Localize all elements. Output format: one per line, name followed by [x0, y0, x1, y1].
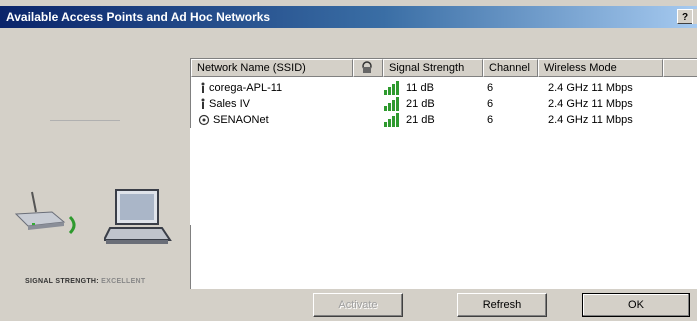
- ssid-cell: corega-APL-11: [209, 82, 283, 94]
- access-point-icon: [201, 98, 205, 109]
- title-bar[interactable]: Available Access Points and Ad Hoc Netwo…: [0, 6, 697, 28]
- redaction-patch: [190, 128, 697, 225]
- signal-strength-value: EXCELLENT: [101, 278, 146, 285]
- signal-bars-icon: [384, 81, 399, 95]
- signal-cell: 21 dB: [406, 98, 435, 110]
- ok-button[interactable]: OK: [582, 293, 690, 317]
- ad-hoc-icon: [198, 114, 210, 126]
- signal-strength-label: SIGNAL STRENGTH:: [25, 278, 99, 285]
- signal-bars-icon: [384, 113, 399, 127]
- activate-button[interactable]: Activate: [313, 293, 403, 317]
- refresh-button[interactable]: Refresh: [457, 293, 547, 317]
- column-header-signal[interactable]: Signal Strength: [383, 59, 483, 77]
- router-icon: [14, 191, 66, 230]
- list-header: Network Name (SSID) Signal Strength Chan…: [191, 59, 697, 77]
- help-button[interactable]: ?: [677, 9, 693, 24]
- signal-bars-icon: [384, 97, 399, 111]
- table-row[interactable]: SENAONet 21 dB 6 2.4 GHz 11 Mbps: [191, 113, 697, 127]
- ssid-cell: SENAONet: [213, 114, 269, 126]
- column-header-filler: [663, 59, 697, 77]
- close-button[interactable]: [692, 9, 697, 24]
- column-header-ssid[interactable]: Network Name (SSID): [191, 59, 353, 77]
- signal-wave-icon: [68, 215, 76, 235]
- column-header-security[interactable]: [353, 59, 383, 77]
- channel-cell: 6: [487, 98, 494, 110]
- signal-cell: 11 dB: [406, 82, 434, 94]
- mode-cell: 2.4 GHz 11 Mbps: [548, 82, 633, 94]
- ssid-cell: Sales IV: [209, 98, 250, 110]
- signal-strength-caption: SIGNAL STRENGTH: EXCELLENT: [25, 278, 145, 285]
- mode-cell: 2.4 GHz 11 Mbps: [548, 114, 633, 126]
- table-row[interactable]: Sales IV 21 dB 6 2.4 GHz 11 Mbps: [191, 97, 697, 111]
- window-title: Available Access Points and Ad Hoc Netwo…: [6, 10, 271, 24]
- table-row[interactable]: corega-APL-11 11 dB 6 2.4 GHz 11 Mbps: [191, 81, 697, 95]
- channel-cell: 6: [487, 114, 494, 126]
- channel-cell: 6: [487, 82, 494, 94]
- column-header-channel[interactable]: Channel: [483, 59, 538, 77]
- signal-cell: 21 dB: [406, 114, 435, 126]
- divider-line: [50, 120, 120, 121]
- column-header-mode[interactable]: Wireless Mode: [538, 59, 663, 77]
- mode-cell: 2.4 GHz 11 Mbps: [548, 98, 633, 110]
- lock-icon: [362, 61, 372, 73]
- laptop-icon: [104, 189, 172, 244]
- dialog-window: Available Access Points and Ad Hoc Netwo…: [0, 0, 697, 321]
- access-point-icon: [201, 82, 205, 93]
